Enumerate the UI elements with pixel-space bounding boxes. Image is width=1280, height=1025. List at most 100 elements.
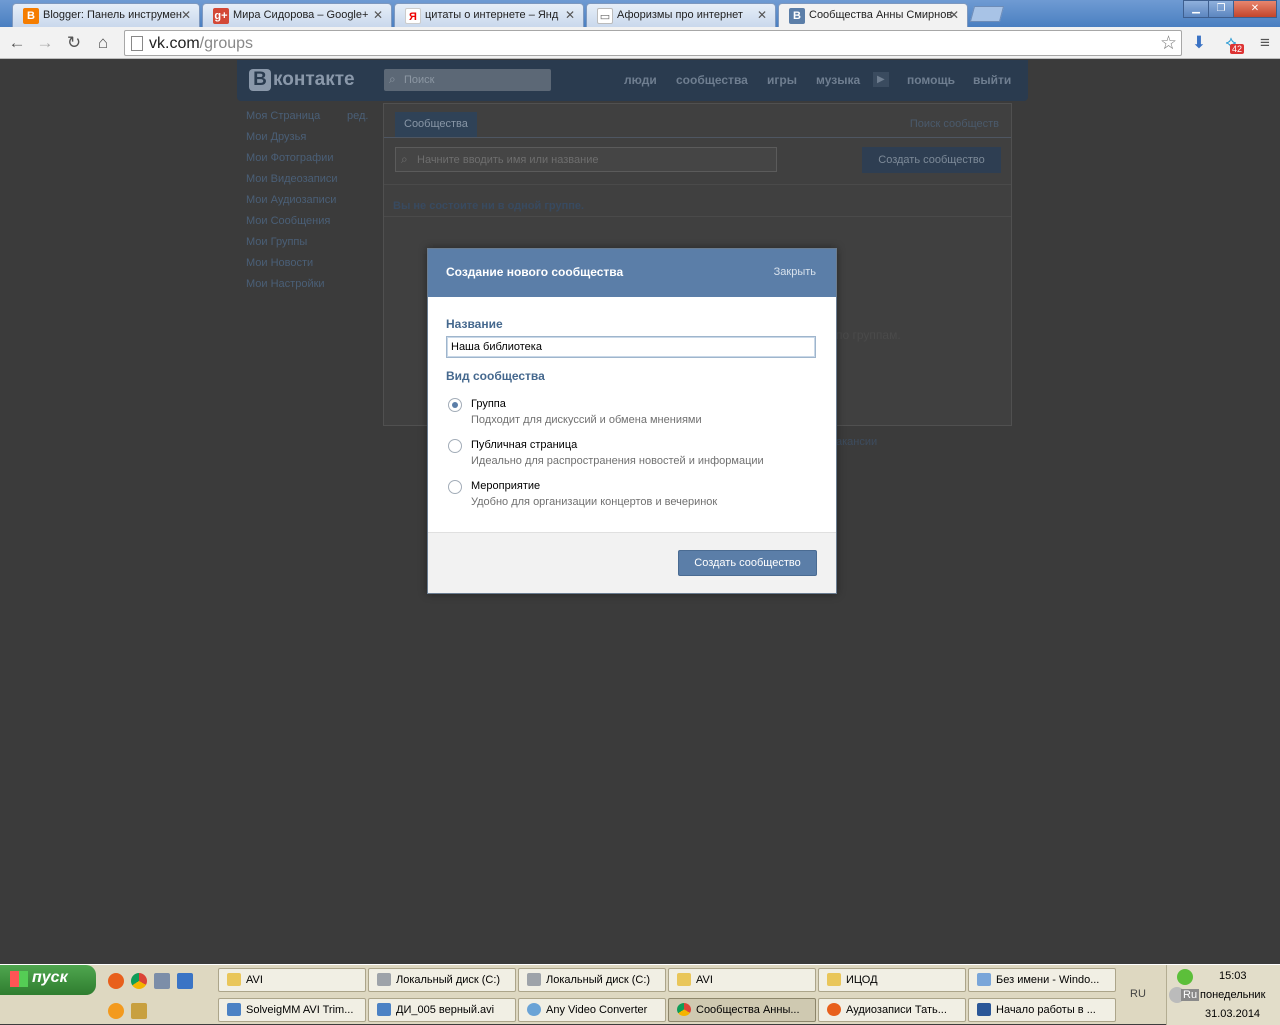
sidebar-item-photos[interactable]: Мои Фотографии [246, 152, 333, 164]
address-bar[interactable]: vk.com/groups ☆ [124, 30, 1182, 56]
taskbar-item[interactable]: ДИ_005 верный.avi [368, 998, 516, 1022]
close-tab-icon[interactable]: ✕ [949, 8, 959, 22]
close-tab-icon[interactable]: ✕ [373, 8, 383, 22]
sidebar-edit-link[interactable]: ред. [347, 110, 368, 122]
tab-communities[interactable]: Сообщества [395, 112, 477, 137]
restore-icon[interactable]: ❐ [1208, 0, 1234, 18]
vk-search-input[interactable]: ⌕ Поиск [384, 69, 551, 91]
option-title: Публичная страница [471, 439, 578, 451]
create-community-button[interactable]: Создать сообщество [862, 147, 1001, 173]
clock-date: 31.03.2014 [1205, 1008, 1261, 1020]
close-tab-icon[interactable]: ✕ [757, 8, 767, 22]
dialog-footer: Создать сообщество [428, 532, 836, 593]
keyboard-layout-indicator[interactable]: Ru [1181, 989, 1200, 1001]
nav-logout[interactable]: выйти [973, 73, 1011, 87]
tab-vk-groups[interactable]: B Сообщества Анны Смирнов ✕ [778, 3, 968, 27]
taskbar-item-active[interactable]: Сообщества Анны... [668, 998, 816, 1022]
radio-event[interactable] [448, 480, 462, 494]
taskbar-item-label: SolveigMM AVI Trim... [246, 1004, 354, 1016]
url-host: vk.com [149, 35, 200, 52]
browser-toolbar: ← → ↻ ⌂ vk.com/groups ☆ ⬇ ⟡ 42 ≡ [0, 27, 1280, 59]
reload-icon[interactable]: ↻ [63, 32, 85, 54]
calculator-icon[interactable] [154, 973, 170, 989]
chrome-icon[interactable] [131, 973, 147, 989]
tab-google-plus[interactable]: g+ Мира Сидорова – Google+ ✕ [202, 3, 392, 27]
back-icon[interactable]: ← [6, 32, 28, 54]
dialog-header: Создание нового сообщества Закрыть [428, 249, 836, 297]
community-name-input[interactable] [446, 336, 816, 358]
film-icon [227, 1003, 241, 1016]
partial-link[interactable]: акансии [836, 436, 877, 448]
download-icon[interactable]: ⬇ [1188, 32, 1210, 54]
forward-icon[interactable]: → [34, 32, 56, 54]
ccleaner-icon[interactable] [177, 973, 193, 989]
sidebar-item-groups[interactable]: Мои Группы [246, 236, 307, 248]
submit-create-community-button[interactable]: Создать сообщество [678, 550, 817, 576]
sidebar-item-videos[interactable]: Мои Видеозаписи [246, 173, 338, 185]
clover-icon[interactable] [1177, 969, 1193, 985]
vk-logo[interactable]: Вконтакте [249, 69, 355, 91]
vk-logo-letter: В [249, 69, 271, 91]
sidebar-item-news[interactable]: Мои Новости [246, 257, 313, 269]
radio-group[interactable] [448, 398, 462, 412]
start-button[interactable]: пуск [0, 965, 96, 995]
clock-weekday: понедельник [1200, 989, 1266, 1001]
taskbar-item[interactable]: Аудиозаписи Тать... [818, 998, 966, 1022]
close-tab-icon[interactable]: ✕ [181, 8, 191, 22]
new-tab-button[interactable] [969, 6, 1005, 22]
taskbar-item[interactable]: AVI [668, 968, 816, 992]
minimize-icon[interactable]: ▁ [1183, 0, 1209, 18]
nav-music[interactable]: музыка [816, 73, 860, 87]
taskbar-item[interactable]: Any Video Converter [518, 998, 666, 1022]
language-indicator[interactable]: RU [1130, 988, 1146, 1000]
taskbar-item[interactable]: Локальный диск (C:) [518, 968, 666, 992]
clock-time[interactable]: 15:03 [1219, 970, 1247, 982]
tab-label: Мира Сидорова – Google+ [233, 9, 369, 21]
create-community-dialog: Создание нового сообщества Закрыть Назва… [427, 248, 837, 594]
nav-communities[interactable]: сообщества [676, 73, 748, 87]
sidebar-item-settings[interactable]: Мои Настройки [246, 278, 325, 290]
tab-yandex[interactable]: Я цитаты о интернете – Янд ✕ [394, 3, 584, 27]
taskbar-item[interactable]: AVI [218, 968, 366, 992]
taskbar-item[interactable]: SolveigMM AVI Trim... [218, 998, 366, 1022]
search-communities-link[interactable]: Поиск сообществ [910, 118, 999, 130]
dialog-close-link[interactable]: Закрыть [774, 266, 816, 278]
browser-tab-strip: B Blogger: Панель инструмен ✕ g+ Мира Си… [0, 0, 1280, 27]
partial-text: по группам. [836, 328, 901, 342]
book-icon: ▭ [597, 8, 613, 24]
taskbar-item-label: ИЦОД [846, 974, 878, 986]
nav-people[interactable]: люди [624, 73, 657, 87]
close-tab-icon[interactable]: ✕ [565, 8, 575, 22]
option-title: Группа [471, 398, 506, 410]
tab-aphorisms[interactable]: ▭ Афоризмы про интернет ✕ [586, 3, 776, 27]
group-filter-placeholder: Начните вводить имя или название [417, 154, 599, 166]
google-plus-icon: g+ [213, 8, 229, 24]
nav-help[interactable]: помощь [907, 73, 955, 87]
vk-header: Вконтакте ⌕ Поиск люди сообщества игры м… [237, 60, 1028, 101]
sidebar-item-audio[interactable]: Мои Аудиозаписи [246, 194, 336, 206]
option-description: Удобно для организации концертов и вечер… [471, 496, 718, 508]
film-icon [377, 1003, 391, 1016]
utility-icon[interactable] [131, 1003, 147, 1019]
drive-icon [527, 973, 541, 986]
media-player-icon[interactable] [108, 1003, 124, 1019]
group-filter-input[interactable]: ⌕ Начните вводить имя или название [395, 147, 777, 172]
radio-public-page[interactable] [448, 439, 462, 453]
nav-games[interactable]: игры [767, 73, 797, 87]
play-icon[interactable]: ▶ [873, 72, 889, 87]
sidebar-item-messages[interactable]: Мои Сообщения [246, 215, 330, 227]
home-icon[interactable]: ⌂ [92, 32, 114, 54]
windows-logo-icon [10, 971, 28, 987]
taskbar-item[interactable]: ИЦОД [818, 968, 966, 992]
tab-blogger[interactable]: B Blogger: Панель инструмен ✕ [12, 3, 200, 27]
taskbar-item[interactable]: Начало работы в ... [968, 998, 1116, 1022]
taskbar-item[interactable]: Без имени - Windo... [968, 968, 1116, 992]
close-window-icon[interactable]: ✕ [1233, 0, 1277, 18]
sidebar-item-friends[interactable]: Мои Друзья [246, 131, 306, 143]
menu-icon[interactable]: ≡ [1254, 32, 1276, 54]
sidebar-item-my-page[interactable]: Моя Страница [246, 110, 320, 122]
tab-label: Сообщества Анны Смирнов [809, 9, 953, 21]
bookmark-star-icon[interactable]: ☆ [1160, 32, 1177, 55]
taskbar-item[interactable]: Локальный диск (C:) [368, 968, 516, 992]
firefox-icon[interactable] [108, 973, 124, 989]
